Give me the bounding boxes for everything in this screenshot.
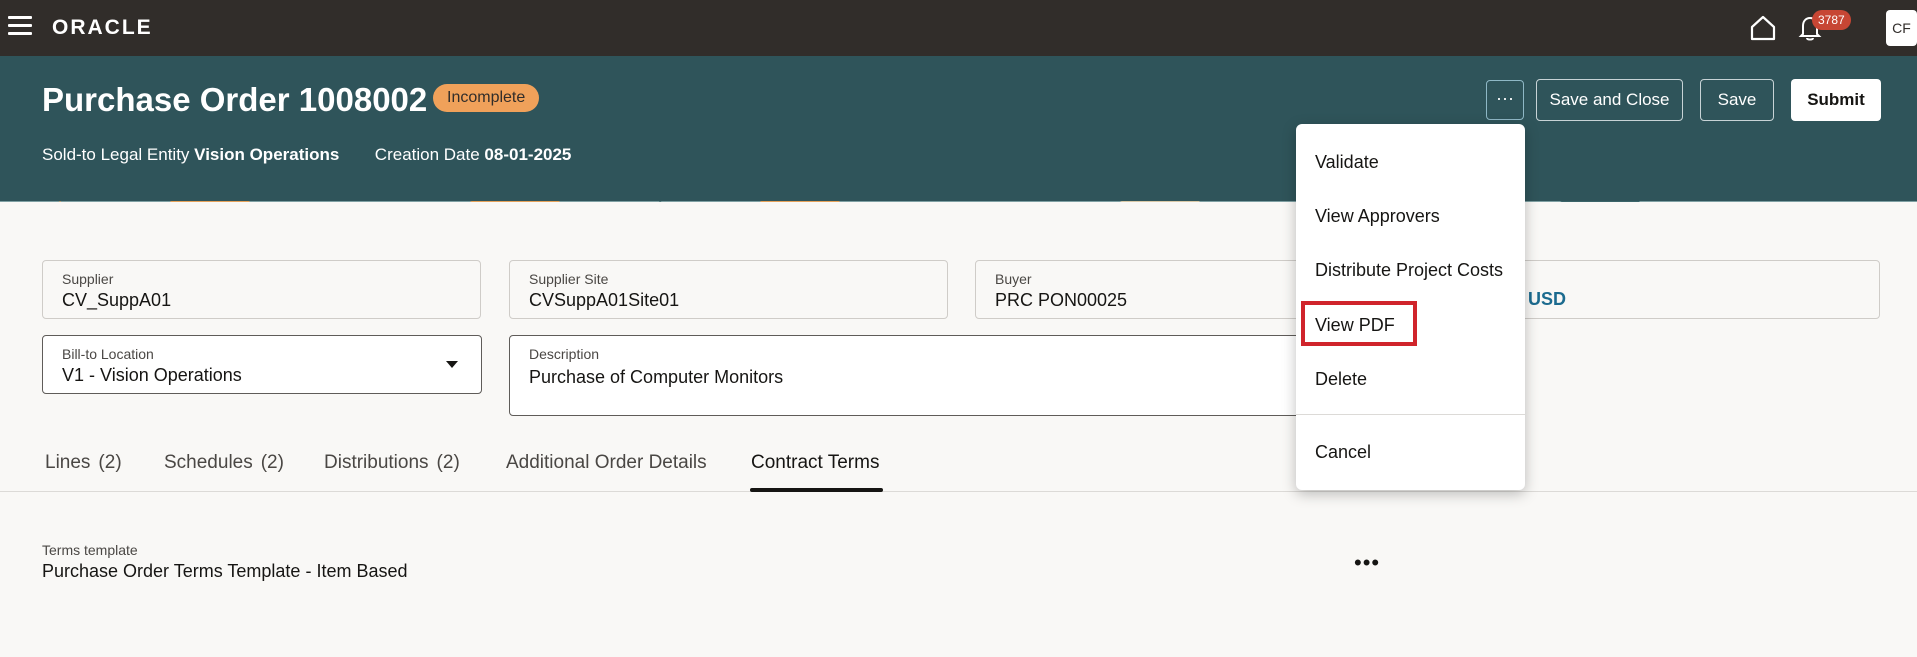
tab-label: Distributions xyxy=(324,452,429,473)
sold-to-value: Vision Operations xyxy=(194,145,340,164)
more-actions-menu: Validate View Approvers Distribute Proje… xyxy=(1296,124,1525,490)
supplier-site-value: CVSuppA01Site01 xyxy=(529,290,680,310)
description-label: Description xyxy=(529,346,600,362)
creation-date-label: Creation Date xyxy=(374,145,480,164)
tab-contract-terms[interactable]: Contract Terms xyxy=(751,452,879,474)
submit-button[interactable]: Submit xyxy=(1791,79,1881,121)
menu-item-validate[interactable]: Validate xyxy=(1315,152,1379,173)
bill-to-value: V1 - Vision Operations xyxy=(62,365,242,385)
view-pdf-highlight xyxy=(1301,301,1417,346)
global-header: ORACLE 3787 CF xyxy=(0,0,1917,56)
more-actions-button[interactable]: ··· xyxy=(1486,80,1524,120)
page-header: Purchase Order 1008002 Incomplete Sold-t… xyxy=(0,56,1917,202)
menu-item-delete[interactable]: Delete xyxy=(1315,369,1367,390)
tab-count: (2) xyxy=(436,452,460,473)
status-badge: Incomplete xyxy=(433,84,540,112)
user-avatar[interactable]: CF xyxy=(1886,10,1917,46)
supplier-site-label: Supplier Site xyxy=(529,271,609,287)
tab-label: Lines xyxy=(45,452,91,473)
tab-lines[interactable]: Lines (2) xyxy=(45,452,122,474)
tab-bar: Lines (2) Schedules (2) Distributions (2) A… xyxy=(0,440,1917,492)
tab-additional-order-details[interactable]: Additional Order Details xyxy=(506,452,707,474)
terms-more-actions-icon[interactable]: ••• xyxy=(1354,550,1380,576)
active-tab-indicator xyxy=(750,488,883,492)
description-field[interactable]: Description Purchase of Computer Monitor… xyxy=(509,335,1309,416)
home-icon[interactable] xyxy=(1749,15,1777,41)
terms-template-value: Purchase Order Terms Template - Item Bas… xyxy=(42,561,408,581)
save-and-close-button[interactable]: Save and Close xyxy=(1536,79,1683,121)
header-meta: Sold-to Legal Entity Vision Operations C… xyxy=(42,145,571,165)
sold-to-label: Sold-to Legal Entity xyxy=(42,145,190,164)
supplier-value: CV_SuppA01 xyxy=(62,290,172,310)
terms-template-label: Terms template xyxy=(42,542,138,558)
menu-item-view-approvers[interactable]: View Approvers xyxy=(1315,206,1440,227)
supplier-label: Supplier xyxy=(62,271,114,287)
tab-count: (2) xyxy=(260,452,284,473)
tab-schedules[interactable]: Schedules (2) xyxy=(164,452,284,474)
tab-label: Contract Terms xyxy=(751,452,880,473)
notification-count-badge: 3787 xyxy=(1812,10,1851,30)
buyer-label: Buyer xyxy=(995,271,1032,287)
tab-count: (2) xyxy=(98,452,122,473)
save-button[interactable]: Save xyxy=(1700,79,1774,121)
bill-to-location-select[interactable]: Bill-to Location V1 - Vision Operations xyxy=(42,335,482,394)
buyer-field[interactable]: Buyer PRC PON00025 xyxy=(975,260,1305,319)
oracle-logo: ORACLE xyxy=(52,16,153,39)
tab-label: Additional Order Details xyxy=(506,452,707,473)
tab-label: Schedules xyxy=(164,452,253,473)
chevron-down-icon[interactable] xyxy=(446,361,458,368)
header-decoration xyxy=(0,201,1917,202)
description-value: Purchase of Computer Monitors xyxy=(529,367,784,387)
page-title: Purchase Order 1008002 xyxy=(42,81,428,118)
creation-date-value: 08-01-2025 xyxy=(484,145,572,164)
menu-item-cancel[interactable]: Cancel xyxy=(1315,442,1371,463)
bill-to-label: Bill-to Location xyxy=(62,346,154,362)
navigator-menu-icon[interactable] xyxy=(8,16,32,38)
amount-field: 0 USD xyxy=(1500,260,1880,319)
buyer-value: PRC PON00025 xyxy=(995,290,1128,310)
menu-divider xyxy=(1296,414,1525,415)
menu-item-distribute-project-costs[interactable]: Distribute Project Costs xyxy=(1315,260,1503,281)
tab-distributions[interactable]: Distributions (2) xyxy=(324,452,460,474)
supplier-site-field[interactable]: Supplier Site CVSuppA01Site01 xyxy=(509,260,948,319)
supplier-field[interactable]: Supplier CV_SuppA01 xyxy=(42,260,481,319)
